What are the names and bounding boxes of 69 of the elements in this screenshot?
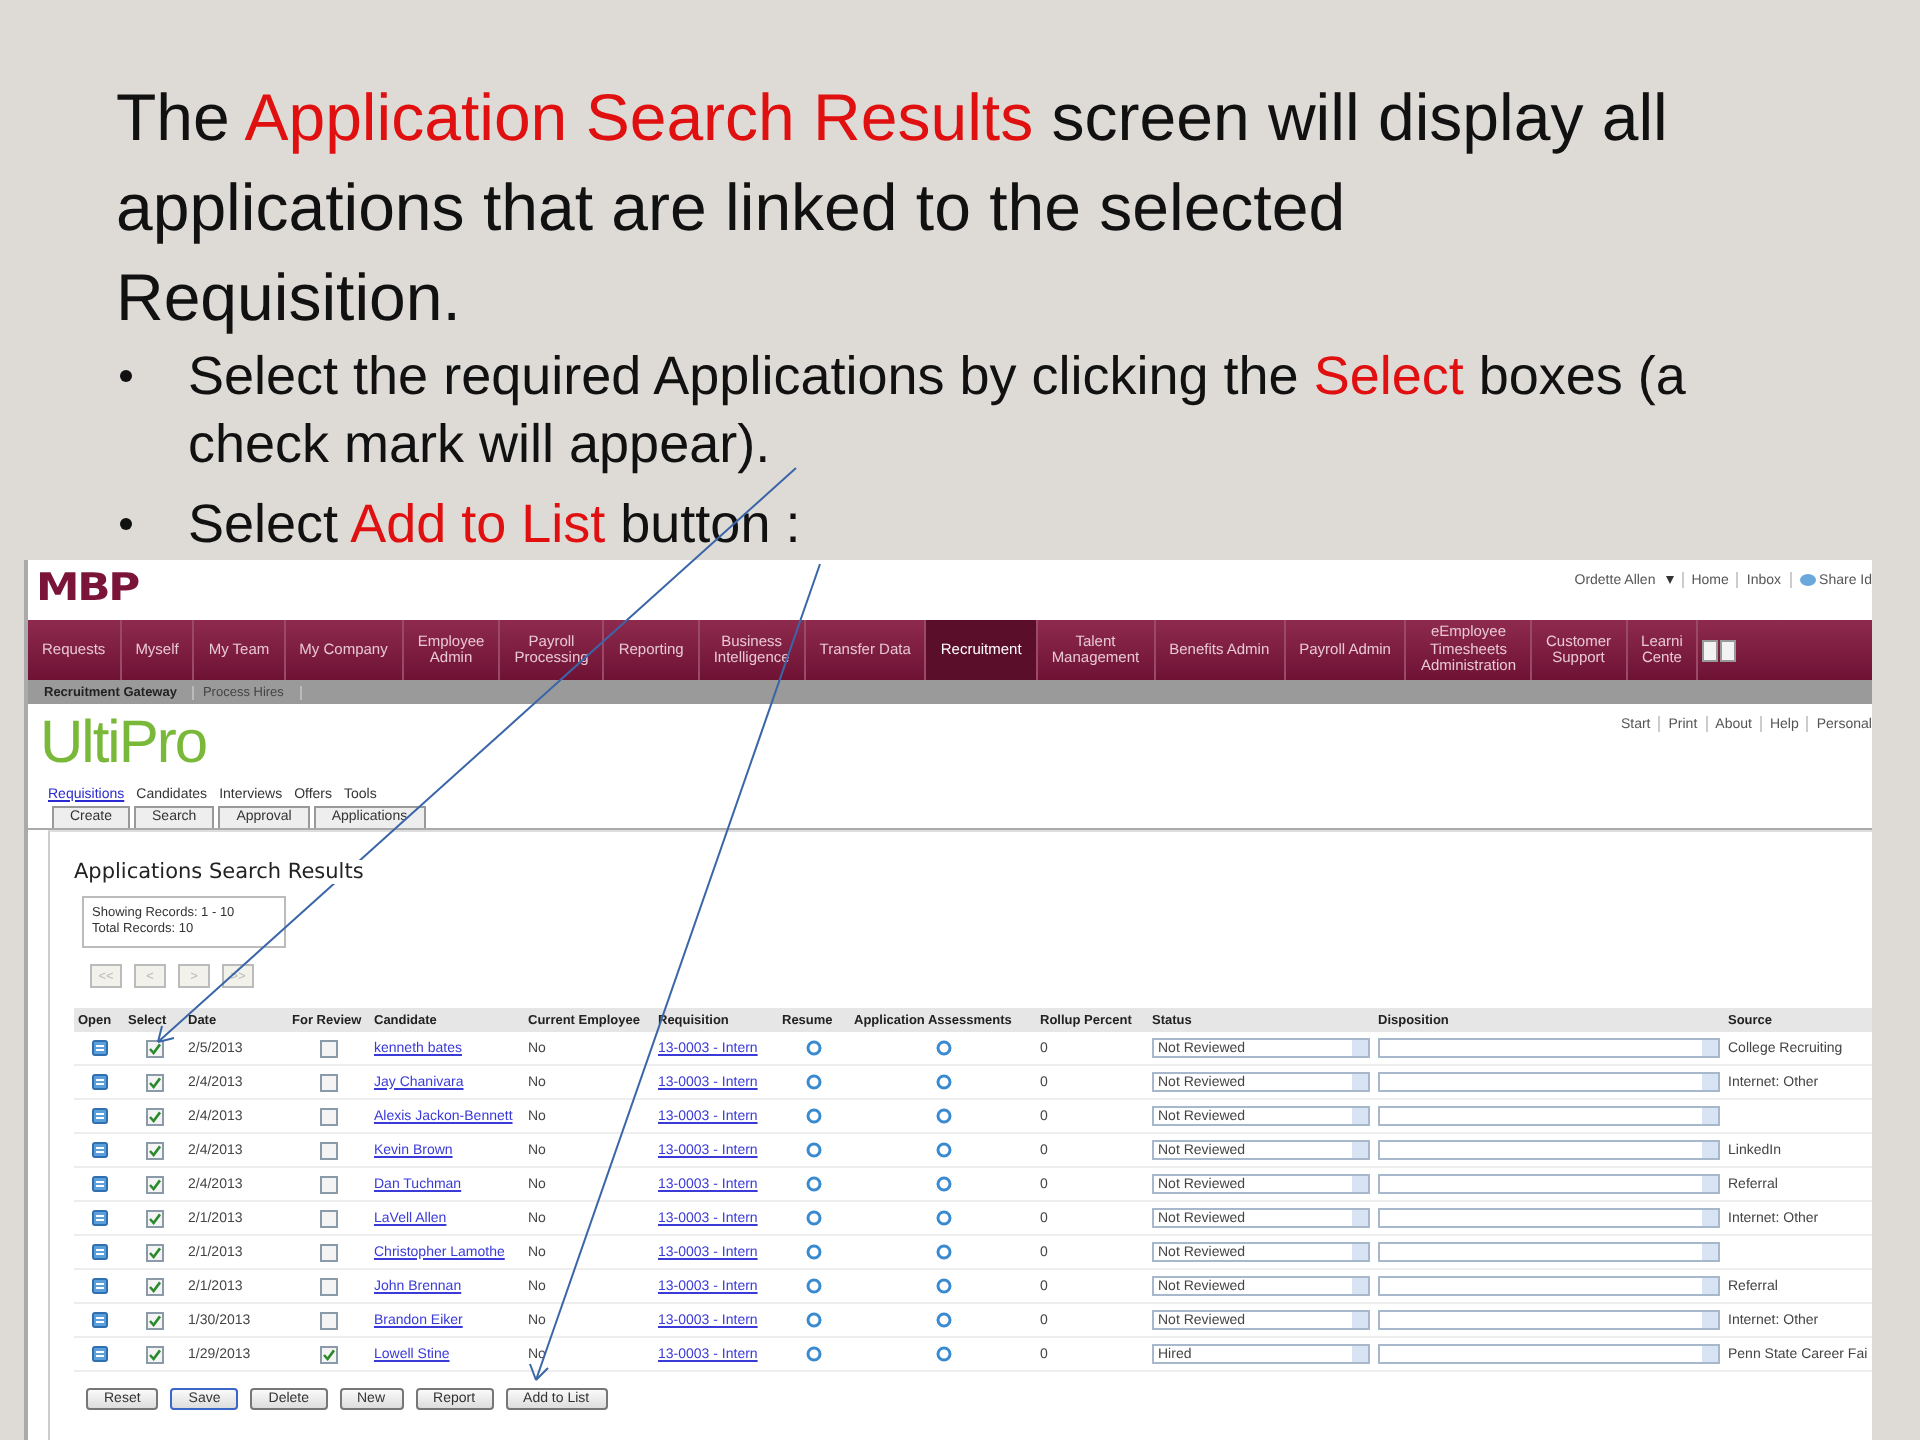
product-logo: UltiPro: [40, 712, 207, 776]
checkbox[interactable]: [320, 1277, 338, 1295]
checkbox[interactable]: [145, 1141, 163, 1159]
ring-icon[interactable]: [806, 1278, 822, 1294]
ring-icon[interactable]: [935, 1108, 951, 1124]
ring-icon[interactable]: [935, 1244, 951, 1260]
ring-icon[interactable]: [806, 1176, 822, 1192]
panel-title: Applications Search Results: [74, 860, 364, 884]
checkbox[interactable]: [145, 1073, 163, 1091]
ring-icon[interactable]: [935, 1312, 951, 1328]
checkbox[interactable]: [145, 1345, 163, 1363]
ring-icon[interactable]: [935, 1040, 951, 1056]
checkbox[interactable]: [145, 1039, 163, 1057]
ring-icon[interactable]: [935, 1074, 951, 1090]
bullet-text: Select the required Applications by clicking the Select boxes (a check mark will appear).: [188, 344, 1688, 478]
checkbox[interactable]: [320, 1311, 338, 1329]
checkbox[interactable]: [145, 1277, 163, 1295]
disposition-dropdown[interactable]: [1378, 1038, 1720, 1058]
page-icon[interactable]: [91, 1108, 107, 1124]
ring-icon[interactable]: [935, 1346, 951, 1362]
checkbox[interactable]: [320, 1209, 338, 1227]
disposition-dropdown[interactable]: [1378, 1072, 1720, 1092]
checkbox[interactable]: [145, 1175, 163, 1193]
disposition-dropdown[interactable]: [1378, 1310, 1720, 1330]
disposition-dropdown[interactable]: [1378, 1106, 1720, 1126]
checkbox[interactable]: [320, 1107, 338, 1125]
caret-icon: [1665, 576, 1674, 584]
ring-icon[interactable]: [806, 1108, 822, 1124]
page-icon[interactable]: [91, 1074, 107, 1090]
ring-icon[interactable]: [935, 1278, 951, 1294]
ring-icon[interactable]: [806, 1210, 822, 1226]
disposition-dropdown[interactable]: [1378, 1140, 1720, 1160]
page-icon[interactable]: [91, 1142, 107, 1158]
checkbox[interactable]: [320, 1243, 338, 1261]
disposition-dropdown[interactable]: [1378, 1344, 1720, 1364]
disposition-dropdown[interactable]: [1378, 1174, 1720, 1194]
ring-icon[interactable]: [935, 1176, 951, 1192]
ring-icon[interactable]: [806, 1312, 822, 1328]
ring-icon[interactable]: [806, 1244, 822, 1260]
bullet-icon: [120, 518, 132, 530]
checkbox[interactable]: [320, 1039, 338, 1057]
disposition-dropdown[interactable]: [1378, 1242, 1720, 1262]
page-icon[interactable]: [91, 1244, 107, 1260]
ring-icon[interactable]: [806, 1040, 822, 1056]
checkbox[interactable]: [320, 1073, 338, 1091]
checkbox[interactable]: [145, 1311, 163, 1329]
page-icon[interactable]: [91, 1278, 107, 1294]
ring-icon[interactable]: [935, 1142, 951, 1158]
slide-title: The Application Search Results screen will display all applications that are linked to the selected Requisition.: [116, 78, 1670, 338]
page-icon[interactable]: [91, 1312, 107, 1328]
ring-icon[interactable]: [806, 1074, 822, 1090]
page-icon[interactable]: [91, 1210, 107, 1226]
checkbox[interactable]: [320, 1175, 338, 1193]
ring-icon[interactable]: [806, 1346, 822, 1362]
ring-icon[interactable]: [806, 1142, 822, 1158]
checkbox[interactable]: [320, 1345, 338, 1363]
checkbox[interactable]: [145, 1107, 163, 1125]
page-icon[interactable]: [91, 1040, 107, 1056]
company-logo: MBP: [36, 568, 138, 608]
disposition-dropdown[interactable]: [1378, 1276, 1720, 1296]
checkbox[interactable]: [145, 1243, 163, 1261]
bullet-icon: [120, 370, 132, 382]
page-icon[interactable]: [91, 1346, 107, 1362]
checkbox[interactable]: [320, 1141, 338, 1159]
disposition-dropdown[interactable]: [1378, 1208, 1720, 1228]
checkbox[interactable]: [145, 1209, 163, 1227]
ring-icon[interactable]: [935, 1210, 951, 1226]
page-icon[interactable]: [91, 1176, 107, 1192]
chat-bubble-icon: [1799, 574, 1816, 586]
